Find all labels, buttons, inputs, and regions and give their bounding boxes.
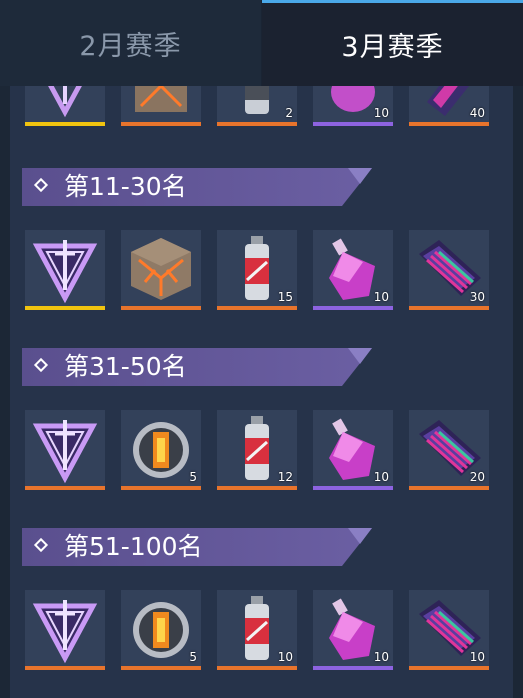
rarity-bar [217,122,297,126]
rarity-bar [409,122,489,126]
crate-icon [131,238,191,300]
reward-tile[interactable] [25,410,105,490]
reward-tile[interactable] [25,590,105,670]
item-count: 15 [277,290,293,304]
rarity-bar [217,486,297,490]
item-count: 5 [189,470,197,484]
item-count: 5 [189,650,197,664]
item-count: 30 [469,290,485,304]
emblem-icon [32,240,98,304]
item-count: 12 [277,470,293,484]
item-count: 10 [373,106,389,120]
tab-march-season[interactable]: 3月赛季 [262,0,523,86]
reward-tile[interactable]: 30 [409,230,489,310]
reward-tile[interactable]: 20 [409,410,489,490]
crate-icon [135,86,187,112]
rarity-bar [121,122,201,126]
rank-group-header: 第11-30名 [22,168,372,206]
rarity-bar [121,486,201,490]
item-count: 10 [373,650,389,664]
rarity-bar [217,306,297,310]
tab-february-season[interactable]: 2月赛季 [0,0,261,86]
reward-tile[interactable] [25,86,105,126]
item-count: 40 [469,106,485,120]
reward-tile[interactable]: 10 [313,86,393,126]
rank-group-header: 第51-100名 [22,528,372,566]
reward-tile[interactable]: 5 [121,410,201,490]
season-tabs: 2月赛季 3月赛季 [0,0,523,86]
rank-range-label: 第11-30名 [64,172,187,201]
rarity-bar [313,306,393,310]
item-count: 10 [277,650,293,664]
rarity-bar [313,486,393,490]
rarity-bar [409,486,489,490]
emblem-icon [48,86,82,118]
reward-tile[interactable]: 5 [121,590,201,670]
reward-tile[interactable]: 15 [217,230,297,310]
rarity-bar [25,666,105,670]
reward-tile[interactable]: 12 [217,410,297,490]
rarity-bar [121,666,201,670]
rarity-bar [25,122,105,126]
rank-range-label: 第51-100名 [64,532,203,561]
reward-tile[interactable]: 10 [313,410,393,490]
rarity-bar [409,306,489,310]
item-count: 10 [373,470,389,484]
reward-tile[interactable] [121,230,201,310]
rank-range-label: 第31-50名 [64,352,187,381]
rarity-bar [313,666,393,670]
reward-tile[interactable]: 10 [313,230,393,310]
item-count: 2 [285,106,293,120]
reward-tile[interactable]: 40 [409,86,489,126]
reward-tile[interactable]: 2 [217,86,297,126]
tab-label: 3月赛季 [341,32,444,63]
rarity-bar [25,306,105,310]
rarity-bar [25,486,105,490]
rarity-bar [409,666,489,670]
rarity-bar [313,122,393,126]
tab-label: 2月赛季 [79,30,182,62]
reward-tile[interactable]: 10 [409,590,489,670]
reward-tile[interactable] [121,86,201,126]
reward-list[interactable]: 2 10 40 第11-30名 15 10 30 第31-50名 5 12 10… [10,86,513,698]
item-count: 10 [373,290,389,304]
reward-tile[interactable] [25,230,105,310]
emblem-icon [32,420,98,484]
rarity-bar [121,306,201,310]
item-count: 20 [469,470,485,484]
emblem-icon [32,600,98,664]
rank-group-header: 第31-50名 [22,348,372,386]
item-count: 10 [469,650,485,664]
reward-tile[interactable]: 10 [313,590,393,670]
rarity-bar [217,666,297,670]
reward-tile[interactable]: 10 [217,590,297,670]
